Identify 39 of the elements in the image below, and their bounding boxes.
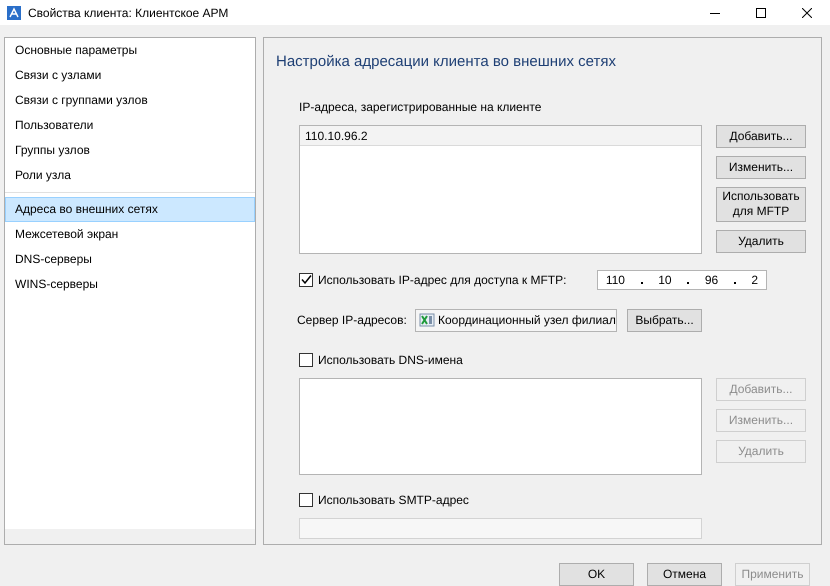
sidebar-item[interactable]: Основные параметры — [5, 38, 255, 63]
sidebar-item[interactable]: Группы узлов — [5, 138, 255, 163]
dialog-button[interactable]: Отмена — [647, 563, 722, 586]
checkbox[interactable] — [299, 352, 313, 366]
section-label: IP-адреса, зарегистрированные на клиенте — [299, 98, 542, 116]
checkbox-label: Использовать DNS-имена — [318, 352, 463, 368]
sidebar-item[interactable]: Адреса во внешних сетях — [5, 197, 255, 222]
ip-octet: 96 — [704, 272, 718, 288]
list-row[interactable]: 110.10.96.2 — [300, 126, 701, 146]
server-field[interactable]: Координационный узел филиал — [415, 308, 617, 332]
action-button[interactable]: Удалить — [716, 230, 806, 252]
close-icon — [802, 8, 812, 18]
sidebar-item[interactable]: Роли узла — [5, 163, 255, 188]
sidebar-item[interactable]: Межсетевой экран — [5, 222, 255, 247]
action-button[interactable]: Изменить... — [716, 156, 806, 178]
sidebar-item[interactable]: Пользователи — [5, 113, 255, 138]
window-title: Свойства клиента: Клиентское АРМ — [28, 4, 228, 22]
dialog-button[interactable]: OK — [559, 563, 634, 586]
action-button[interactable]: Добавить... — [716, 124, 806, 148]
ip-octet: 110 — [606, 272, 625, 288]
app-icon — [6, 4, 22, 20]
panel-heading: Настройка адресации клиента во внешних сетях — [276, 52, 617, 72]
node-icon — [419, 312, 435, 328]
ip-address-list[interactable]: 110.10.96.2 — [299, 124, 702, 254]
sidebar-item[interactable]: Связи с группами узлов — [5, 88, 255, 113]
checkbox-label: Использовать SMTP-адрес — [318, 492, 469, 508]
select-button[interactable]: Выбрать... — [627, 308, 702, 332]
checkbox[interactable] — [299, 492, 313, 506]
checkbox[interactable] — [299, 272, 313, 286]
ip-address-field[interactable]: 110 10 96 2 — [597, 270, 767, 290]
checkbox-label: Использовать IP-адрес для доступа к MFTP: — [318, 272, 568, 288]
sidebar-item[interactable]: WINS-серверы — [5, 272, 255, 297]
sidebar-item[interactable]: DNS-серверы — [5, 247, 255, 272]
sidebar-item[interactable]: Связи с узлами — [5, 63, 255, 88]
ip-octet: 2 — [751, 272, 758, 288]
field-label: Сервер IP-адресов: — [297, 312, 408, 329]
ip-octet: 10 — [658, 272, 672, 288]
action-button[interactable]: Использовать для MFTP — [716, 186, 806, 222]
maximize-icon — [756, 8, 766, 18]
